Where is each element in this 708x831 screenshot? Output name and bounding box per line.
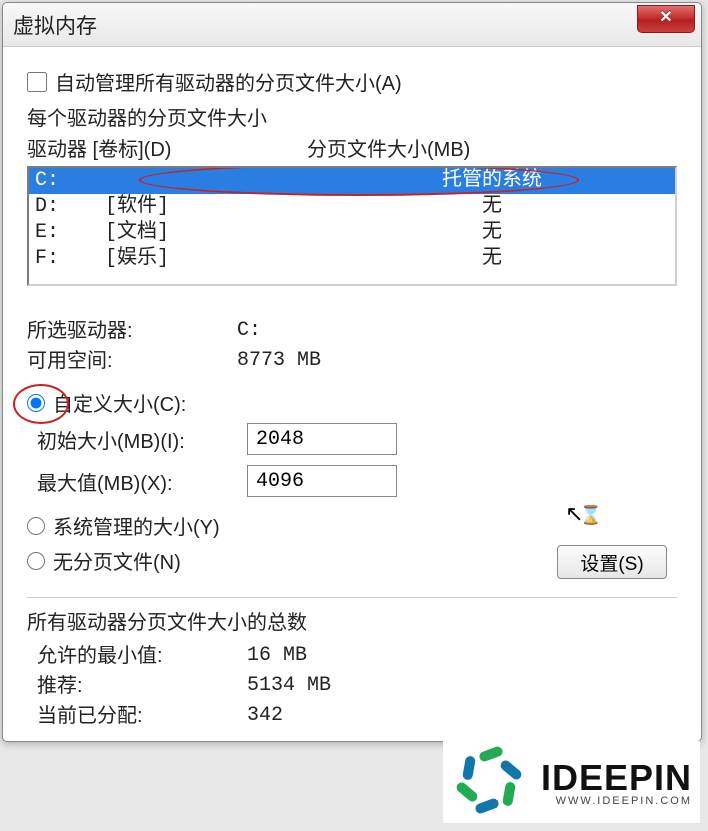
watermark-text: IDEEPIN <box>541 757 692 799</box>
set-button[interactable]: 设置(S) <box>557 545 667 579</box>
no-paging-radio[interactable] <box>27 552 45 570</box>
selected-drive-value: C: <box>237 316 677 346</box>
column-header-size: 分页文件大小(MB) <box>307 133 677 162</box>
swirl-icon <box>451 747 531 817</box>
free-space-value: 8773 MB <box>237 346 677 376</box>
selected-drive-label: 所选驱动器: <box>27 316 237 346</box>
free-space-label: 可用空间: <box>27 346 237 376</box>
min-allowed-value: 16 MB <box>247 641 677 671</box>
recommended-value: 5134 MB <box>247 671 677 701</box>
custom-size-radio[interactable] <box>27 394 45 412</box>
recommended-label: 推荐: <box>37 671 247 701</box>
max-size-input[interactable] <box>247 465 397 497</box>
watermark-logo: IDEEPIN WWW.IDEEPIN.COM <box>443 741 700 823</box>
close-button[interactable]: ✕ <box>637 5 695 33</box>
drive-listbox[interactable]: C: 托管的系统 D: [软件] 无 E: [文档] 无 F: [娱乐] 无 <box>27 166 677 286</box>
drive-row-d[interactable]: D: [软件] 无 <box>29 194 675 220</box>
system-managed-label: 系统管理的大小(Y) <box>53 511 220 540</box>
auto-manage-checkbox[interactable] <box>27 72 47 92</box>
initial-size-label: 初始大小(MB)(I): <box>37 425 247 454</box>
titlebar: 虚拟内存 ✕ <box>3 3 701 47</box>
virtual-memory-dialog: 虚拟内存 ✕ 自动管理所有驱动器的分页文件大小(A) 每个驱动器的分页文件大小 … <box>2 2 702 742</box>
drive-row-c[interactable]: C: 托管的系统 <box>29 168 675 194</box>
min-allowed-label: 允许的最小值: <box>37 641 247 671</box>
custom-size-label: 自定义大小(C): <box>53 388 186 417</box>
column-header-drive: 驱动器 [卷标](D) <box>27 133 307 162</box>
drive-row-f[interactable]: F: [娱乐] 无 <box>29 246 675 272</box>
no-paging-label: 无分页文件(N) <box>53 546 181 575</box>
auto-manage-label: 自动管理所有驱动器的分页文件大小(A) <box>55 67 402 96</box>
current-alloc-label: 当前已分配: <box>37 701 247 731</box>
watermark-url: WWW.IDEEPIN.COM <box>541 795 692 807</box>
totals-heading: 所有驱动器分页文件大小的总数 <box>27 606 677 635</box>
initial-size-input[interactable] <box>247 423 397 455</box>
drive-section-heading: 每个驱动器的分页文件大小 <box>27 102 677 131</box>
max-size-label: 最大值(MB)(X): <box>37 467 247 496</box>
divider <box>27 597 677 598</box>
window-title: 虚拟内存 <box>13 10 97 40</box>
system-managed-radio[interactable] <box>27 517 45 535</box>
current-alloc-value: 342 <box>247 701 677 731</box>
drive-row-e[interactable]: E: [文档] 无 <box>29 220 675 246</box>
